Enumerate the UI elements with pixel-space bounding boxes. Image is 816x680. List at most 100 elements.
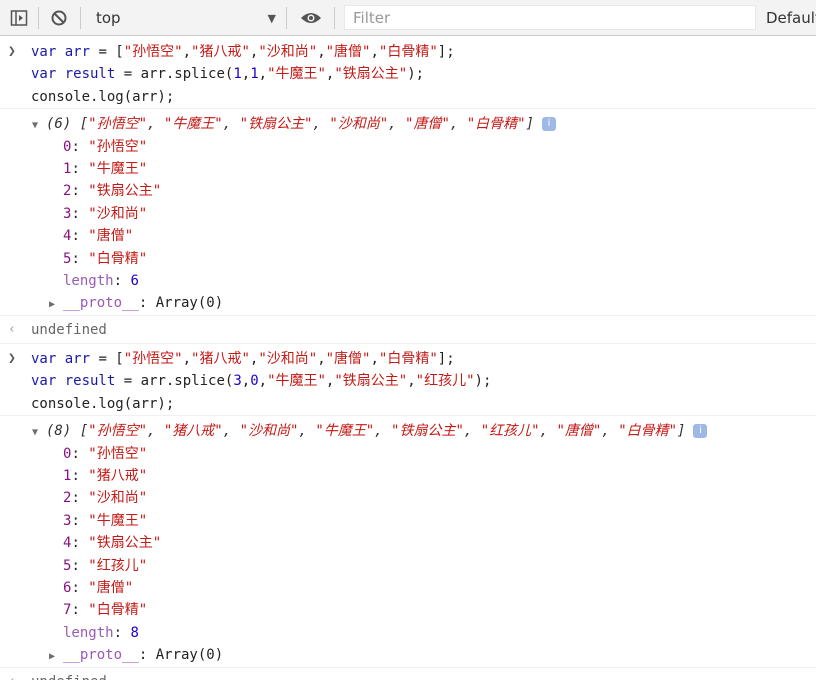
array-summary-item: "牛魔王" (315, 423, 375, 440)
code-token: , (258, 373, 268, 390)
array-item: 0: "孙悟空" (0, 443, 816, 465)
array-summary[interactable]: ▼ (8) ["孙悟空", "猪八戒", "沙和尚", "牛魔王", "铁扇公主"… (0, 420, 816, 442)
code-token: "孙悟空" (123, 44, 183, 60)
item-value: "沙和尚" (88, 205, 148, 222)
code-token: , (182, 351, 192, 368)
code-token: "沙和尚" (258, 44, 318, 60)
array-summary-item: "孙悟空" (88, 423, 148, 440)
colon: : (71, 228, 89, 245)
item-value: "孙悟空" (88, 445, 148, 462)
proto-row[interactable]: ▶ __proto__: Array(0) (0, 644, 816, 666)
code-token: = arr.splice( (115, 66, 234, 83)
item-value: "唐僧" (88, 579, 134, 596)
code-token: "白骨精" (378, 351, 438, 368)
code-line: var result = arr.splice(3,0,"牛魔王","铁扇公主"… (0, 370, 816, 392)
return-arrow-icon: ‹ (8, 671, 16, 680)
proto-key: __proto__ (63, 647, 139, 664)
code-token: "猪八戒" (191, 351, 250, 368)
info-icon[interactable]: i (693, 424, 708, 439)
array-item: 4: "唐僧" (0, 225, 816, 247)
proto-value: Array(0) (155, 647, 224, 664)
bracket: ] (525, 116, 535, 133)
code-token: , (258, 66, 268, 83)
return-value: undefined (31, 674, 107, 680)
array-count: (8) (46, 423, 80, 440)
array-summary-item: "唐僧" (556, 423, 602, 440)
console-input-message: ❯ var arr = ["孙悟空","猪八戒","沙和尚","唐僧","白骨精"… (0, 344, 816, 417)
array-length: length: 6 (0, 270, 816, 292)
bracket: [ (79, 423, 89, 440)
code-token: "牛魔王" (267, 66, 326, 83)
array-summary-item: "猪八戒" (163, 423, 223, 440)
bracket: [ (79, 116, 89, 133)
array-summary-item: "白骨精" (618, 423, 678, 440)
length-key: length (63, 624, 114, 641)
code-line: ❯ var arr = ["孙悟空","猪八戒","沙和尚","唐僧","白骨精"… (0, 348, 816, 370)
array-item: 5: "红孩儿" (0, 555, 816, 577)
console-log-output: ▼ (6) ["孙悟空", "牛魔王", "铁扇公主", "沙和尚", "唐僧",… (0, 109, 816, 316)
prompt-chevron-icon: ❯ (8, 351, 16, 367)
return-value: undefined (31, 321, 107, 338)
console-toolbar: top ▼ Filter Default (0, 0, 816, 36)
comma: , (147, 423, 164, 440)
array-item: 1: "猪八戒" (0, 465, 816, 487)
comma: , (449, 116, 467, 133)
code-token: var (31, 373, 65, 390)
array-item: 3: "沙和尚" (0, 203, 816, 225)
colon: : (71, 205, 89, 222)
colon: : (71, 445, 89, 462)
expand-triangle-icon[interactable]: ▼ (32, 115, 46, 137)
code-token: ]; (437, 44, 455, 60)
live-expression-eye-icon[interactable] (298, 5, 324, 31)
code-token: arr (64, 44, 91, 60)
code-token: "孙悟空" (123, 351, 183, 368)
code-line: console.log(arr); (0, 86, 816, 108)
code-token: "白骨精" (378, 44, 438, 60)
item-value: "沙和尚" (88, 490, 148, 507)
code-token: result (64, 373, 116, 390)
code-token: "猪八戒" (191, 44, 250, 60)
code-token: var (31, 66, 65, 83)
bracket: ] (677, 423, 686, 440)
code-token: , (317, 44, 326, 60)
comma: , (374, 423, 392, 440)
array-item: 5: "白骨精" (0, 248, 816, 270)
array-count: (6) (46, 116, 80, 133)
clear-console-icon[interactable] (46, 5, 72, 31)
sidebar-toggle-icon[interactable] (6, 5, 32, 31)
colon: : (71, 535, 89, 552)
length-key: length (63, 272, 114, 289)
code-token: , (407, 373, 416, 390)
proto-row[interactable]: ▶ __proto__: Array(0) (0, 292, 816, 314)
array-item: 4: "铁扇公主" (0, 532, 816, 554)
colon: : (71, 557, 89, 574)
item-value: "唐僧" (88, 228, 134, 245)
array-item: 3: "牛魔王" (0, 510, 816, 532)
array-item: 1: "牛魔王" (0, 158, 816, 180)
code-token: = arr.splice( (115, 373, 234, 390)
array-summary[interactable]: ▼ (6) ["孙悟空", "牛魔王", "铁扇公主", "沙和尚", "唐僧",… (0, 113, 816, 135)
return-line: ‹ undefined (0, 671, 816, 680)
array-summary-item: "孙悟空" (88, 116, 148, 133)
item-value: "白骨精" (88, 602, 148, 619)
colon: : (71, 138, 89, 155)
expand-triangle-icon[interactable]: ▼ (32, 422, 46, 444)
code-token: , (370, 44, 379, 60)
chevron-down-icon: ▼ (267, 11, 276, 25)
item-value: "铁扇公主" (88, 535, 162, 552)
info-icon[interactable]: i (542, 117, 557, 132)
log-levels-dropdown[interactable]: Default (766, 9, 816, 27)
colon: : (138, 647, 156, 664)
expand-triangle-right-icon[interactable]: ▶ (49, 646, 63, 668)
filter-input[interactable]: Filter (344, 5, 756, 30)
code-token: , (317, 351, 326, 368)
colon: : (138, 295, 156, 312)
code-token: "唐僧" (325, 351, 371, 368)
code-token: = [ (90, 351, 124, 368)
context-selector-value: top (96, 9, 121, 27)
expand-triangle-right-icon[interactable]: ▶ (49, 294, 63, 316)
return-line: ‹ undefined (0, 319, 816, 341)
code-token: "唐僧" (325, 44, 371, 60)
context-selector[interactable]: top ▼ (90, 4, 282, 32)
item-value: "铁扇公主" (88, 183, 162, 200)
